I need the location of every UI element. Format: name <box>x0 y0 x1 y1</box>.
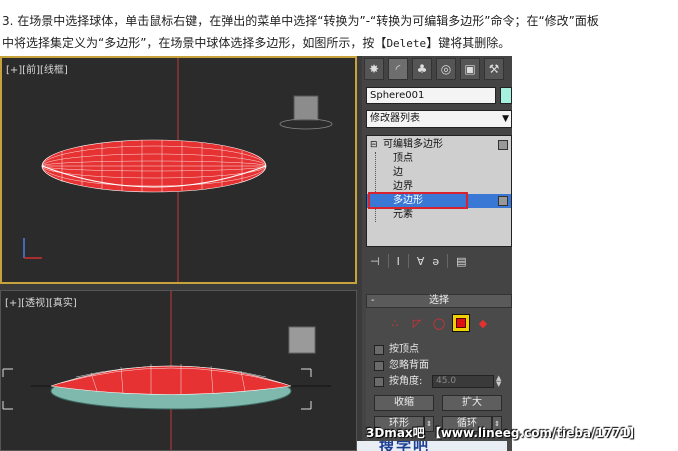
watermark: 3Dmax吧 【www.lineeg.com/tieba/1771】 <box>366 426 641 440</box>
command-panel-tabs: ✸ ◜ ♣ ◎ ▣ ⚒ <box>362 56 512 82</box>
create-icon[interactable]: ✸ <box>364 58 384 80</box>
pin-stack-icon[interactable]: ⊣ <box>370 255 380 268</box>
remove-modifier-icon[interactable]: ə <box>432 255 439 268</box>
element-mode-icon[interactable]: ◆ <box>474 314 492 332</box>
make-unique-icon[interactable]: ∀ <box>417 255 425 268</box>
front-viewport[interactable]: [+][前][线框] <box>0 56 357 284</box>
shrink-button[interactable]: 收缩 <box>374 395 434 411</box>
stack-item-edge[interactable]: 边 <box>367 166 511 180</box>
viewcube-icon[interactable] <box>288 326 316 354</box>
site-logo: 搜学吧 <box>357 441 507 451</box>
stack-item-element[interactable]: 元素 <box>367 208 511 222</box>
show-end-result-icon[interactable]: Ⅰ <box>397 255 400 268</box>
front-viewport-label[interactable]: [+][前][线框] <box>6 61 68 76</box>
vertex-mode-icon[interactable]: ∴ <box>386 314 404 332</box>
stack-item-editable-poly[interactable]: ⊟ 可编辑多边形 <box>367 138 511 152</box>
instruction-text: 3. 在场景中选择球体，单击鼠标右键，在弹出的菜单中选择“转换为”-“转换为可编… <box>2 10 676 55</box>
border-mode-icon[interactable]: ◯ <box>430 314 448 332</box>
collapse-icon[interactable]: ⊟ <box>370 138 378 152</box>
display-icon[interactable]: ▣ <box>460 58 480 80</box>
modifier-stack: ⊟ 可编辑多边形 顶点 边 边界 多边形 元素 <box>366 135 512 247</box>
motion-icon[interactable]: ◎ <box>436 58 456 80</box>
object-name-field[interactable]: Sphere001 <box>366 87 496 104</box>
chevron-down-icon: ▼ <box>502 114 509 124</box>
perspective-viewport-label[interactable]: [+][透视][真实] <box>5 294 77 309</box>
perspective-viewport-scene <box>2 291 331 450</box>
modify-icon[interactable]: ◜ <box>388 58 408 80</box>
stack-toggle-icon[interactable] <box>498 196 508 206</box>
hierarchy-icon[interactable]: ♣ <box>412 58 432 80</box>
utilities-icon[interactable]: ⚒ <box>484 58 504 80</box>
instruction-line-2: 中将选择集定义为“多边形”，在场景中球体选择多边形，如图所示，按【Delete】… <box>2 36 511 50</box>
perspective-viewport[interactable]: [+][透视][真实] <box>0 290 357 451</box>
modifier-list-dropdown[interactable]: 修改器列表 ▼ <box>366 110 512 128</box>
command-panel: ✸ ◜ ♣ ◎ ▣ ⚒ Sphere001 修改器列表 ▼ ⊟ 可编辑多边形 顶… <box>362 56 512 451</box>
ignore-backfacing-checkbox[interactable]: 忽略背面 <box>374 359 429 373</box>
polygon-mode-icon[interactable] <box>452 314 470 332</box>
max-screenshot: [+][前][线框] [+][透视][真实] ✸ ◜ ♣ ◎ ▣ ⚒ Spher… <box>0 56 512 451</box>
front-viewport-scene <box>23 58 333 282</box>
stack-tools: ⊣ Ⅰ ∀ ə ▤ <box>366 252 512 270</box>
angle-spinner[interactable]: ▲ ▼ <box>496 375 504 388</box>
subobject-mode-buttons: ∴ ◸ ◯ ◆ <box>386 314 506 336</box>
selection-rollout-header[interactable]: - 选择 <box>366 294 512 308</box>
angle-input[interactable]: 45.0 <box>432 375 494 388</box>
instruction-line-1: 3. 在场景中选择球体，单击鼠标右键，在弹出的菜单中选择“转换为”-“转换为可编… <box>2 14 599 28</box>
stack-toggle-icon[interactable] <box>498 140 508 150</box>
stack-item-vertex[interactable]: 顶点 <box>367 152 511 166</box>
object-color-swatch[interactable] <box>500 87 512 104</box>
highlight-outline <box>368 192 468 209</box>
grow-button[interactable]: 扩大 <box>442 395 502 411</box>
delete-key: Delete <box>386 37 427 50</box>
by-vertex-checkbox[interactable]: 按顶点 <box>374 343 419 357</box>
viewcube-icon[interactable] <box>293 95 319 121</box>
by-angle-checkbox[interactable]: 按角度: <box>374 375 422 389</box>
edge-mode-icon[interactable]: ◸ <box>408 314 426 332</box>
configure-modifier-sets-icon[interactable]: ▤ <box>456 255 466 268</box>
